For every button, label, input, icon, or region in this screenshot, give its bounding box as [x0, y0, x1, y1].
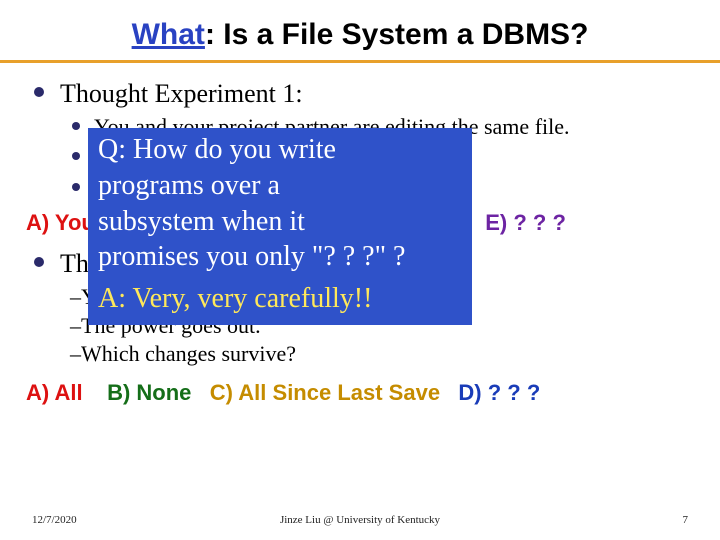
title-rule [0, 60, 720, 63]
bullet-icon [72, 122, 80, 130]
overlay-box: Q: How do you write programs over a subs… [88, 128, 472, 325]
bullet-thought1: Thought Experiment 1: [26, 77, 694, 111]
ans-c: C) All Since Last Save [210, 380, 440, 405]
footer-page: 7 [683, 514, 689, 526]
bullet-icon [72, 183, 80, 191]
slide-title: What: Is a File System a DBMS? [0, 0, 720, 60]
bullet-t2c: –Which changes survive? [70, 340, 694, 369]
answers-2: A) All B) None C) All Since Last Save D)… [26, 379, 694, 408]
overlay-q-line4: promises you only "? ? ?" ? [98, 239, 462, 275]
overlay-answer: A: Very, very carefully!! [98, 281, 462, 317]
ans-b: B) None [107, 380, 191, 405]
bullet-text: Thought Experiment 1: [60, 77, 303, 111]
overlay-q-line2: programs over a [98, 168, 462, 204]
ans-e: E) ? ? ? [485, 210, 566, 235]
overlay-q-line3: subsystem when it [98, 204, 462, 240]
bullet-icon [72, 152, 80, 160]
bullet-icon [34, 87, 44, 97]
footer-date: 12/7/2020 [32, 514, 77, 526]
footer-center: Jinze Liu @ University of Kentucky [0, 514, 720, 526]
bullet-icon [34, 257, 44, 267]
ans-a: A) All [26, 380, 83, 405]
title-rest: : Is a File System a DBMS? [205, 18, 588, 51]
title-accent: What [132, 18, 205, 51]
ans-d: D) ? ? ? [458, 380, 540, 405]
footer: 12/7/2020 Jinze Liu @ University of Kent… [0, 514, 720, 526]
slide: What: Is a File System a DBMS? Thought E… [0, 0, 720, 540]
overlay-q-line1: Q: How do you write [98, 132, 462, 168]
bullet-text: Which changes survive? [81, 341, 296, 366]
